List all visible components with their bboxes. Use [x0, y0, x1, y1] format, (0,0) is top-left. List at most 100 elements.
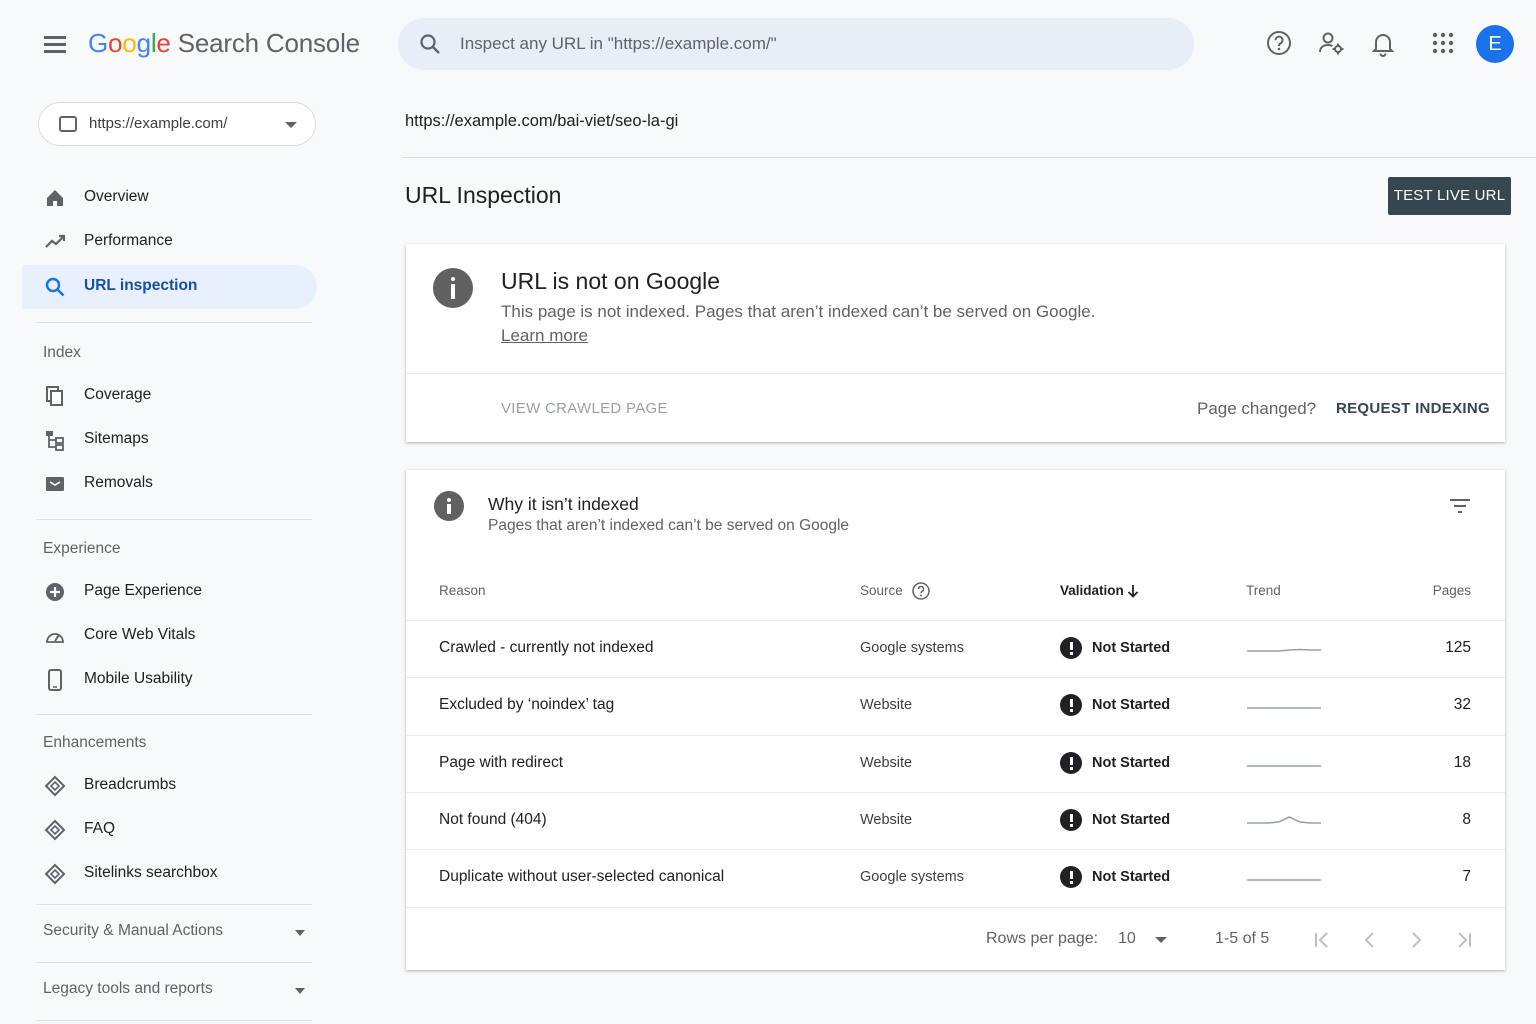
table-row[interactable]: Excluded by ‘noindex’ tag Website Not Star… — [406, 677, 1505, 734]
index-status-card: URL is not on Google This page is not in… — [406, 244, 1505, 442]
row-validation-status: Not Started — [1092, 811, 1171, 828]
sidebar-item-label: FAQ — [84, 820, 116, 837]
removals-icon — [46, 477, 64, 491]
sidebar-item-overview[interactable]: Overview — [22, 176, 317, 220]
help-circle-icon[interactable] — [911, 581, 931, 601]
previous-page-icon[interactable] — [1358, 928, 1382, 952]
filter-icon[interactable] — [1448, 497, 1472, 515]
why-not-indexed-card: Why it isn’t indexed Pages that aren’t i… — [406, 470, 1505, 970]
sidebar-item-label: Mobile Usability — [84, 670, 193, 687]
table-row[interactable]: Crawled - currently not indexed Google sy… — [406, 620, 1505, 677]
sidebar-item-page-experience[interactable]: Page Experience — [22, 570, 317, 614]
row-reason: Duplicate without user-selected canonica… — [439, 868, 725, 886]
trend-sparkline — [1247, 816, 1321, 824]
arrow-down-icon[interactable] — [1126, 583, 1140, 599]
row-source: Website — [860, 811, 913, 828]
sidebar-item-mobile-usability[interactable]: Mobile Usability — [22, 658, 317, 702]
trend-sparkline — [1247, 879, 1321, 881]
sidebar-item-label: Sitemaps — [84, 430, 149, 447]
url-inspect-input[interactable] — [460, 18, 1160, 70]
url-inspect-search-bar[interactable] — [398, 18, 1194, 70]
warning-icon — [1060, 751, 1082, 774]
index-status-title: URL is not on Google — [501, 268, 721, 294]
view-crawled-page-button[interactable]: VIEW CRAWLED PAGE — [501, 400, 668, 417]
row-pages-count: 125 — [1445, 639, 1471, 656]
help-icon[interactable] — [1264, 28, 1294, 58]
sidebar-item-coverage[interactable]: Coverage — [22, 374, 317, 418]
main-menu-button[interactable] — [32, 28, 78, 60]
row-pages-count: 7 — [1462, 868, 1471, 886]
home-icon — [47, 190, 63, 206]
dropdown-caret-icon[interactable] — [1155, 937, 1167, 943]
page-range: 1-5 of 5 — [1215, 930, 1270, 947]
rows-per-page-select[interactable]: 10 — [1118, 930, 1136, 948]
manage-users-icon[interactable] — [1316, 28, 1346, 58]
website-property-icon — [59, 116, 77, 132]
sidebar-item-label: Overview — [84, 188, 149, 205]
row-source: Website — [860, 754, 913, 771]
first-page-icon[interactable] — [1310, 928, 1334, 952]
warning-icon — [1060, 694, 1082, 717]
info-icon — [433, 268, 473, 308]
dropdown-caret-icon — [285, 122, 297, 128]
sidebar-item-label: Removals — [84, 474, 153, 491]
request-indexing-button[interactable]: REQUEST INDEXING — [1336, 400, 1490, 417]
column-header-source[interactable]: Source — [860, 583, 903, 598]
phone-icon — [48, 669, 62, 691]
table-row[interactable]: Page with redirect Website Not Started 18 — [406, 734, 1505, 792]
property-selector[interactable]: https://example.com/ — [38, 102, 316, 146]
sidebar-item-label: Coverage — [84, 386, 152, 403]
sidebar-item-label: Page Experience — [84, 582, 203, 599]
sidebar-navigation: https://example.com/ Overview Performanc… — [0, 88, 340, 1024]
sidebar-item-performance[interactable]: Performance — [22, 220, 317, 264]
notifications-bell-icon[interactable] — [1368, 28, 1398, 58]
sidebar-divider — [36, 714, 312, 715]
test-live-url-button[interactable]: TEST LIVE URL — [1388, 177, 1511, 215]
search-icon — [420, 34, 440, 54]
page-changed-label: Page changed? — [1197, 399, 1317, 418]
search-icon — [45, 277, 65, 297]
sidebar-divider — [36, 1020, 312, 1021]
account-avatar[interactable]: E — [1476, 25, 1514, 63]
sidebar-item-core-web-vitals[interactable]: Core Web Vitals — [22, 614, 317, 658]
column-header-validation[interactable]: Validation — [1060, 583, 1124, 598]
sidebar-item-faq[interactable]: FAQ — [22, 808, 317, 852]
expand-caret-icon — [295, 988, 305, 994]
column-header-pages[interactable]: Pages — [1433, 583, 1471, 598]
why-not-indexed-title: Why it isn’t indexed — [488, 494, 639, 514]
row-pages-count: 32 — [1453, 696, 1471, 714]
apps-grid-icon[interactable] — [1428, 28, 1458, 58]
sidebar-item-sitemaps[interactable]: Sitemaps — [22, 418, 317, 462]
row-validation-status: Not Started — [1092, 697, 1171, 714]
copy-icon — [46, 386, 63, 406]
sidebar-item-label: URL inspection — [84, 277, 198, 294]
diamond-icon — [44, 819, 66, 841]
learn-more-link[interactable]: Learn more — [501, 326, 588, 346]
column-header-reason[interactable]: Reason — [439, 583, 486, 598]
top-app-bar: Google Search Console E — [0, 0, 1536, 88]
security-manual-actions-toggle[interactable]: Security & Manual Actions — [22, 910, 317, 954]
sidebar-item-sitelinks-searchbox[interactable]: Sitelinks searchbox — [22, 852, 317, 896]
card-divider — [406, 373, 1505, 374]
sidebar-item-removals[interactable]: Removals — [22, 462, 317, 506]
warning-icon — [1060, 808, 1082, 831]
trend-sparkline — [1247, 764, 1321, 767]
sidebar-divider — [36, 322, 312, 323]
property-url: https://example.com/ — [89, 115, 228, 132]
sitemap-icon — [46, 431, 64, 451]
search-console-logo[interactable]: Google Search Console — [88, 28, 360, 59]
table-row[interactable]: Duplicate without user-selected canonica… — [406, 849, 1505, 906]
last-page-icon[interactable] — [1452, 928, 1476, 952]
legacy-tools-toggle[interactable]: Legacy tools and reports — [22, 968, 317, 1012]
why-not-indexed-subtitle: Pages that aren’t indexed can’t be serve… — [488, 517, 850, 534]
table-row[interactable]: Not found (404) Website Not Started 8 — [406, 791, 1505, 849]
sidebar-item-label: Breadcrumbs — [84, 776, 177, 793]
trend-sparkline — [1247, 648, 1321, 652]
warning-icon — [1060, 637, 1082, 659]
row-reason: Page with redirect — [439, 753, 564, 771]
sidebar-item-url-inspection[interactable]: URL inspection — [22, 265, 317, 309]
diamond-icon — [44, 775, 66, 797]
next-page-icon[interactable] — [1404, 928, 1428, 952]
sidebar-item-breadcrumbs[interactable]: Breadcrumbs — [22, 764, 317, 808]
row-source: Website — [860, 697, 913, 714]
